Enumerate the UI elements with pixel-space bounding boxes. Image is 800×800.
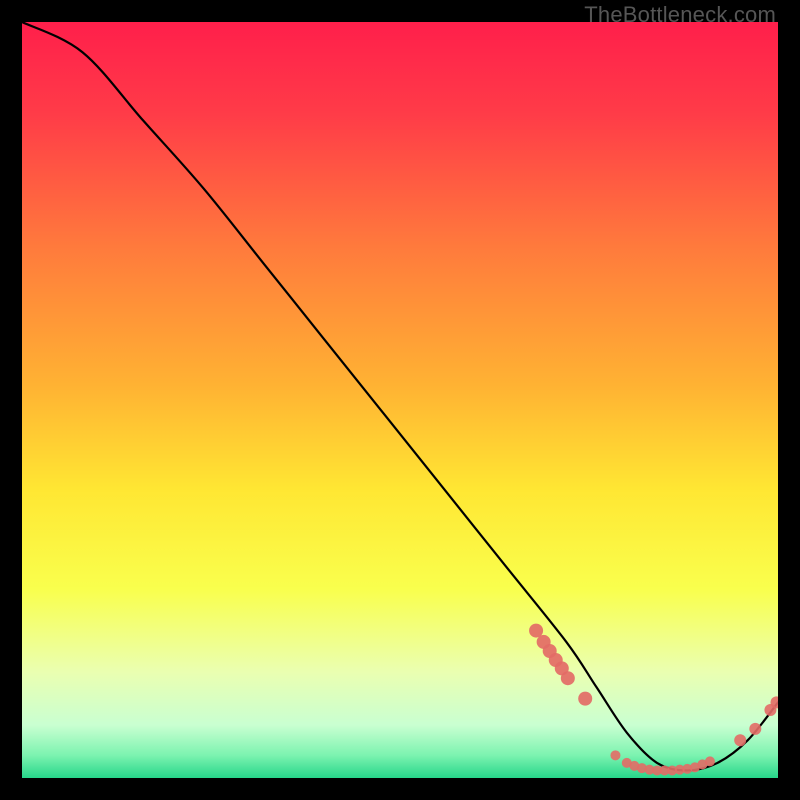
data-marker <box>578 692 592 706</box>
data-marker <box>561 671 575 685</box>
chart-frame: TheBottleneck.com <box>0 0 800 800</box>
chart-svg <box>22 22 778 778</box>
data-marker <box>610 750 620 760</box>
data-marker <box>734 734 746 746</box>
data-marker <box>749 723 761 735</box>
gradient-background <box>22 22 778 778</box>
data-marker <box>705 756 715 766</box>
